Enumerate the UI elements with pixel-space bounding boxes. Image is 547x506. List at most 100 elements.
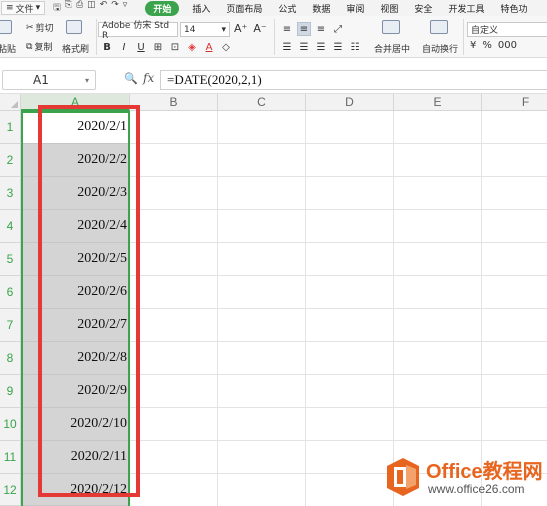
- preview-icon[interactable]: ◫: [87, 0, 96, 16]
- font-name-select[interactable]: Adobe 仿宋 Std R: [98, 21, 178, 41]
- merge-center-button[interactable]: [382, 20, 400, 34]
- font-size-select[interactable]: 14 ▾: [180, 22, 230, 37]
- align-center-icon[interactable]: ☰: [297, 40, 311, 54]
- name-box[interactable]: A1 ▾: [2, 70, 96, 90]
- tab-insert[interactable]: 插入: [189, 2, 213, 15]
- copy-icon: ⧉: [26, 41, 33, 52]
- select-all-corner[interactable]: [0, 94, 21, 111]
- tab-home[interactable]: 开始: [145, 0, 180, 16]
- column-header-d[interactable]: D: [306, 94, 394, 111]
- cell-a10[interactable]: 2020/2/10: [22, 408, 129, 441]
- export-icon[interactable]: ⎘: [65, 0, 72, 16]
- chevron-down-icon: ▾: [84, 75, 89, 85]
- border-icon[interactable]: ⊞: [151, 40, 165, 54]
- cell-a9[interactable]: 2020/2/9: [22, 375, 129, 408]
- office-logo-icon: [387, 458, 419, 496]
- row-header[interactable]: 3: [0, 177, 21, 210]
- align-top-icon[interactable]: ≡: [280, 22, 294, 36]
- row-header[interactable]: 8: [0, 342, 21, 375]
- orientation-icon[interactable]: ⤢: [331, 22, 345, 36]
- tab-formulas[interactable]: 公式: [275, 2, 299, 15]
- row-header[interactable]: 2: [0, 144, 21, 177]
- shrink-font-button[interactable]: A⁻: [253, 22, 266, 35]
- align-left-icon[interactable]: ☰: [280, 40, 294, 54]
- spreadsheet-grid: A B C D E F 1 2 3 4 5 6 7 8 9 10 11 12 2…: [0, 94, 547, 506]
- cell-a8[interactable]: 2020/2/8: [22, 342, 129, 375]
- percent-button[interactable]: %: [482, 40, 492, 51]
- undo-icon[interactable]: ↶: [100, 0, 108, 16]
- save-icon[interactable]: 🖫: [53, 0, 61, 16]
- redo-icon[interactable]: ↷: [111, 0, 119, 16]
- paste-icon: [0, 20, 12, 34]
- tab-data[interactable]: 数据: [309, 2, 333, 15]
- format-painter-button[interactable]: [66, 20, 82, 34]
- chevron-down-icon: ▾: [35, 3, 41, 13]
- merge-icon[interactable]: ⊡: [168, 40, 182, 54]
- cell-a4[interactable]: 2020/2/4: [22, 210, 129, 243]
- fill-color-icon[interactable]: ◈: [185, 40, 199, 54]
- watermark: Office教程网 www.office26.com: [386, 455, 546, 505]
- cell-a3[interactable]: 2020/2/3: [22, 177, 129, 210]
- align-bottom-icon[interactable]: ≡: [314, 22, 328, 36]
- paste-label: 粘贴: [0, 45, 17, 55]
- tab-review[interactable]: 审阅: [343, 2, 367, 15]
- cell-a7[interactable]: 2020/2/7: [22, 309, 129, 342]
- wrap-text-label: 自动换行: [422, 45, 459, 55]
- row-header[interactable]: 7: [0, 309, 21, 342]
- merge-center-icon: [382, 20, 400, 34]
- grow-font-button[interactable]: A⁺: [234, 22, 247, 35]
- justify-icon[interactable]: ☰: [331, 40, 345, 54]
- font-color-icon[interactable]: A: [202, 40, 216, 54]
- cell-a5[interactable]: 2020/2/5: [22, 243, 129, 276]
- distributed-icon[interactable]: ☷: [348, 40, 362, 54]
- wrap-text-button[interactable]: [430, 20, 448, 34]
- tab-security[interactable]: 安全: [411, 2, 435, 15]
- zoom-icon[interactable]: 🔍: [124, 72, 138, 85]
- merge-center-label: 合并居中: [374, 45, 411, 55]
- column-header-f[interactable]: F: [482, 94, 547, 111]
- cell-a1[interactable]: 2020/2/1: [22, 111, 129, 144]
- paste-button[interactable]: [0, 20, 12, 34]
- row-header[interactable]: 10: [0, 408, 21, 441]
- align-right-icon[interactable]: ☰: [314, 40, 328, 54]
- cell-a2[interactable]: 2020/2/2: [22, 144, 129, 177]
- row-header[interactable]: 11: [0, 441, 21, 474]
- menu-icon: ≡: [6, 3, 14, 13]
- number-format-select[interactable]: 自定义: [467, 22, 547, 37]
- thousands-button[interactable]: 000: [498, 40, 517, 51]
- align-middle-icon[interactable]: ≡: [297, 22, 311, 36]
- file-menu-button[interactable]: ≡ 文件 ▾: [1, 1, 46, 15]
- column-header-b[interactable]: B: [130, 94, 218, 111]
- tab-view[interactable]: 视图: [377, 2, 401, 15]
- row-header[interactable]: 6: [0, 276, 21, 309]
- format-painter-label: 格式刷: [62, 45, 90, 55]
- cell-a12[interactable]: 2020/2/12: [22, 474, 129, 506]
- scissors-icon: ✂: [26, 22, 34, 33]
- formula-bar: A1 ▾ 🔍 fx =DATE(2020,2,1): [0, 66, 547, 94]
- clear-format-icon[interactable]: ◇: [219, 40, 233, 54]
- row-header[interactable]: 12: [0, 474, 21, 506]
- bold-button[interactable]: B: [100, 40, 114, 54]
- column-header-e[interactable]: E: [394, 94, 482, 111]
- row-header[interactable]: 1: [0, 111, 21, 144]
- row-header[interactable]: 5: [0, 243, 21, 276]
- cell-a11[interactable]: 2020/2/11: [22, 441, 129, 474]
- formula-input[interactable]: =DATE(2020,2,1): [160, 70, 547, 90]
- ribbon: 粘贴 ✂ 剪切 ⧉ 复制 格式刷 Adobe 仿宋 Std R 14 ▾ A⁺ …: [0, 16, 547, 58]
- tab-developer[interactable]: 开发工具: [445, 2, 487, 15]
- row-header[interactable]: 9: [0, 375, 21, 408]
- customize-icon[interactable]: ▿: [123, 0, 128, 16]
- row-header[interactable]: 4: [0, 210, 21, 243]
- cell-a6[interactable]: 2020/2/6: [22, 276, 129, 309]
- cut-button[interactable]: ✂ 剪切: [26, 21, 54, 35]
- column-header-a[interactable]: A: [21, 94, 130, 111]
- currency-icon[interactable]: ¥: [470, 40, 476, 51]
- tab-page-layout[interactable]: 页面布局: [223, 2, 265, 15]
- underline-button[interactable]: U: [134, 40, 148, 54]
- tab-features[interactable]: 特色功: [497, 2, 530, 15]
- copy-button[interactable]: ⧉ 复制: [26, 40, 52, 54]
- print-icon[interactable]: ⎙: [76, 0, 83, 16]
- fx-icon[interactable]: fx: [143, 71, 154, 85]
- italic-button[interactable]: I: [117, 40, 131, 54]
- column-header-c[interactable]: C: [218, 94, 306, 111]
